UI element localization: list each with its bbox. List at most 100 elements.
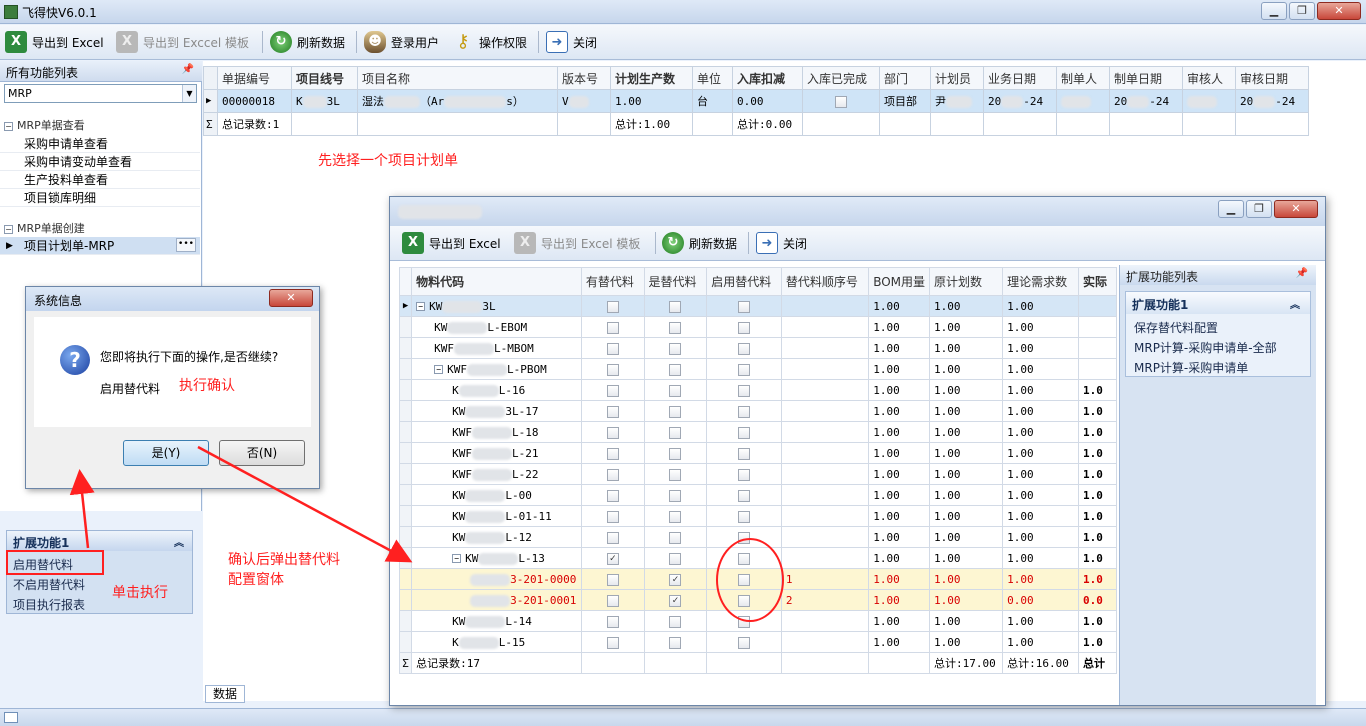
has-checkbox[interactable] — [580, 295, 645, 317]
orig-cell[interactable]: 1.00 — [929, 295, 1004, 317]
orig-cell[interactable]: 1.00 — [929, 463, 1004, 485]
export-excel-button[interactable]: X 导出到 Excel — [402, 231, 501, 255]
enable-checkbox[interactable] — [706, 316, 782, 338]
enable-checkbox[interactable] — [706, 631, 782, 653]
act-cell[interactable]: 1.0 — [1077, 547, 1117, 569]
table-row[interactable]: K L-16 1.00 1.00 1.00 1.0 — [399, 379, 1117, 401]
enable-checkbox[interactable] — [706, 400, 782, 422]
orig-cell[interactable]: 1.00 — [929, 421, 1004, 443]
enable-checkbox[interactable] — [706, 358, 782, 380]
cell[interactable]: 20 -24 — [1235, 89, 1309, 113]
col-enable-substitute[interactable]: 启用替代料 — [706, 267, 782, 296]
seq-cell[interactable] — [780, 442, 870, 464]
act-cell[interactable]: 1.0 — [1077, 610, 1117, 632]
orig-cell[interactable]: 1.00 — [929, 568, 1004, 590]
is-checkbox[interactable] — [643, 547, 708, 569]
orig-cell[interactable]: 1.00 — [929, 316, 1004, 338]
is-checkbox[interactable] — [643, 463, 708, 485]
orig-cell[interactable]: 1.00 — [929, 358, 1004, 380]
material-code-cell[interactable]: − KW L-13 — [411, 547, 582, 569]
orig-cell[interactable]: 1.00 — [929, 610, 1004, 632]
bom-cell[interactable]: 1.00 — [868, 358, 931, 380]
col-is-substitute[interactable]: 是替代料 — [643, 267, 708, 296]
need-cell[interactable]: 1.00 — [1002, 568, 1079, 590]
close-button[interactable]: ➜ 关闭 — [546, 30, 597, 54]
seq-cell[interactable] — [780, 484, 870, 506]
cell[interactable] — [1056, 89, 1110, 113]
table-row[interactable]: KWF L-22 1.00 1.00 1.00 1.0 — [399, 463, 1117, 485]
need-cell[interactable]: 1.00 — [1002, 505, 1079, 527]
nav-item-purchase-change[interactable]: 采购申请变动单查看 — [0, 153, 200, 171]
material-code-cell[interactable]: KW L-12 — [411, 526, 582, 548]
refresh-button[interactable]: ↻ 刷新数据 — [270, 30, 345, 54]
bom-cell[interactable]: 1.00 — [868, 463, 931, 485]
material-code-cell[interactable]: 3-201-0001 — [411, 589, 582, 611]
is-checkbox[interactable] — [643, 484, 708, 506]
orig-cell[interactable]: 1.00 — [929, 379, 1004, 401]
need-cell[interactable]: 1.00 — [1002, 463, 1079, 485]
act-cell[interactable] — [1077, 295, 1117, 317]
tab-data[interactable]: 数据 — [205, 685, 245, 703]
dialog-close-button[interactable]: ✕ — [269, 289, 313, 307]
enable-checkbox[interactable] — [706, 421, 782, 443]
save-substitute-config-link[interactable]: 保存替代料配置 — [1134, 319, 1218, 336]
completed-checkbox[interactable] — [802, 89, 880, 113]
has-checkbox[interactable] — [580, 442, 645, 464]
cell[interactable]: 台 — [692, 89, 733, 113]
has-checkbox[interactable] — [580, 400, 645, 422]
col-project-name[interactable]: 项目名称 — [357, 66, 558, 90]
expand-collapse-icon[interactable]: − — [416, 302, 426, 311]
orig-cell[interactable]: 1.00 — [929, 526, 1004, 548]
orig-cell[interactable]: 1.00 — [929, 589, 1004, 611]
col-orig-plan[interactable]: 原计划数 — [929, 267, 1004, 296]
material-code-cell[interactable]: KWF L-21 — [411, 442, 582, 464]
maximize-button[interactable]: ❐ — [1246, 200, 1272, 218]
seq-cell[interactable] — [780, 337, 870, 359]
col-biz-date[interactable]: 业务日期 — [983, 66, 1057, 90]
material-code-cell[interactable]: KW 3L-17 — [411, 400, 582, 422]
seq-cell[interactable]: 2 — [780, 589, 870, 611]
col-version[interactable]: 版本号 — [557, 66, 611, 90]
seq-cell[interactable] — [780, 631, 870, 653]
bom-cell[interactable]: 1.00 — [868, 505, 931, 527]
material-code-cell[interactable]: KW L-01-11 — [411, 505, 582, 527]
need-cell[interactable]: 1.00 — [1002, 337, 1079, 359]
table-row[interactable]: KWF L-21 1.00 1.00 1.00 1.0 — [399, 442, 1117, 464]
act-cell[interactable]: 1.0 — [1077, 484, 1117, 506]
permissions-button[interactable]: ⚷ 操作权限 — [452, 30, 527, 54]
bom-cell[interactable]: 1.00 — [868, 421, 931, 443]
act-cell[interactable]: 1.0 — [1077, 421, 1117, 443]
enable-checkbox[interactable] — [706, 484, 782, 506]
is-checkbox[interactable] — [643, 526, 708, 548]
material-code-cell[interactable]: KWF L-MBOM — [411, 337, 582, 359]
group-mrp-view[interactable]: − MRP单据查看 — [4, 117, 85, 133]
seq-cell[interactable]: 1 — [780, 568, 870, 590]
has-checkbox[interactable] — [580, 610, 645, 632]
cell[interactable]: 湿法 （Ar s） — [357, 89, 558, 113]
act-cell[interactable] — [1077, 316, 1117, 338]
col-material-code[interactable]: 物料代码 — [411, 267, 582, 296]
has-checkbox[interactable] — [580, 337, 645, 359]
need-cell[interactable]: 1.00 — [1002, 400, 1079, 422]
col-actual[interactable]: 实际 — [1077, 267, 1117, 296]
orig-cell[interactable]: 1.00 — [929, 337, 1004, 359]
orig-cell[interactable]: 1.00 — [929, 547, 1004, 569]
pin-icon[interactable]: 📌 — [182, 64, 194, 75]
orig-cell[interactable]: 1.00 — [929, 442, 1004, 464]
act-cell[interactable]: 1.0 — [1077, 442, 1117, 464]
pin-icon[interactable]: 📌 — [1296, 268, 1308, 279]
seq-cell[interactable] — [780, 400, 870, 422]
has-checkbox[interactable] — [580, 379, 645, 401]
table-row[interactable]: ▶ 00000018 K 3L 湿法 （Ar s） V 1.00 台 0.00 项目部… — [203, 89, 1309, 113]
orig-cell[interactable]: 1.00 — [929, 400, 1004, 422]
act-cell[interactable]: 1.0 — [1077, 463, 1117, 485]
col-theory-need[interactable]: 理论需求数 — [1002, 267, 1079, 296]
has-checkbox[interactable] — [580, 463, 645, 485]
cell[interactable]: 1.00 — [610, 89, 693, 113]
col-deduct[interactable]: 入库扣减 — [732, 66, 803, 90]
cell[interactable]: K 3L — [291, 89, 358, 113]
act-cell[interactable] — [1077, 337, 1117, 359]
group-mrp-create[interactable]: − MRP单据创建 — [4, 220, 85, 236]
material-code-cell[interactable]: KW L-00 — [411, 484, 582, 506]
collapse-up-icon[interactable]: ︽ — [174, 534, 184, 549]
